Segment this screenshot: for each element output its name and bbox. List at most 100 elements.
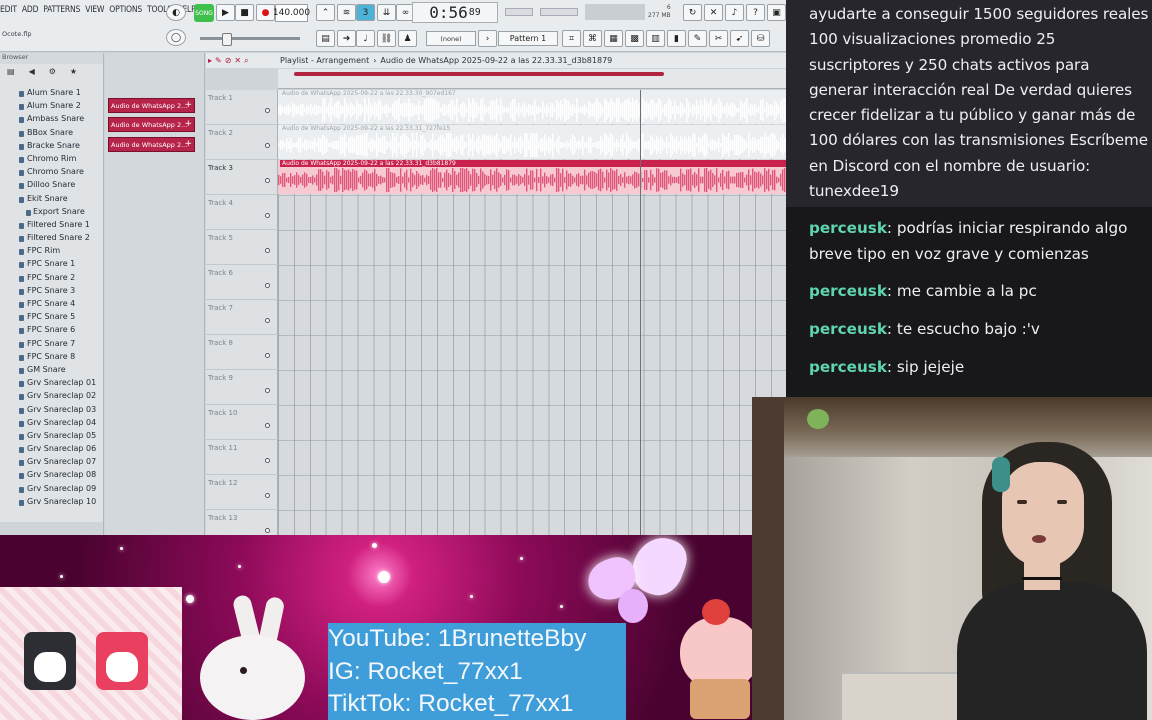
track-header[interactable]: Track 11 (206, 440, 278, 475)
browser-item[interactable]: Alum Snare 1 (0, 88, 103, 101)
tool-5-icon[interactable]: ▥ (646, 30, 665, 47)
prev-pattern-icon[interactable]: › (478, 30, 497, 47)
playhead[interactable] (640, 90, 641, 535)
menu-view[interactable]: VIEW (85, 5, 104, 21)
blend-notes-icon[interactable]: ⇊ (377, 4, 396, 21)
track-mute-led-icon[interactable] (265, 143, 270, 148)
save-icon[interactable]: ▣ (767, 4, 786, 21)
mute-tool-icon[interactable]: ✕ (234, 56, 241, 65)
browser-item[interactable]: Grv Snareclap 05 (0, 431, 103, 444)
track-header[interactable]: Track 10 (206, 405, 278, 440)
browser-item[interactable]: Ekit Snare (0, 194, 103, 207)
browser-item[interactable]: FPC Snare 4 (0, 299, 103, 312)
browser-item[interactable]: FPC Rim (0, 246, 103, 259)
tool-7-icon[interactable]: ✎ (688, 30, 707, 47)
arrangement-grid[interactable]: Audio de WhatsApp 2025-09-22 a las 22.33… (278, 90, 786, 535)
playlist-menu-icon[interactable]: ▸ (208, 56, 212, 65)
delete-tool-icon[interactable]: ⊘ (225, 56, 232, 65)
wait-icon[interactable]: ≋ (337, 4, 356, 21)
piano-roll-icon[interactable]: ♩ (356, 30, 375, 47)
menu-options[interactable]: OPTIONS (109, 5, 142, 21)
close-project-icon[interactable]: ✕ (704, 4, 723, 21)
tool-9-icon[interactable]: ➹ (730, 30, 749, 47)
tool-10-icon[interactable]: ⛁ (751, 30, 770, 47)
track-mute-led-icon[interactable] (265, 248, 270, 253)
draw-tool-icon[interactable]: ✎ (215, 56, 222, 65)
track-mute-led-icon[interactable] (265, 388, 270, 393)
audio-clip[interactable]: Audio de WhatsApp 2025-09-22 a las 22.33… (278, 160, 786, 194)
menu-edit[interactable]: EDIT (0, 5, 17, 21)
mixer-icon[interactable]: ♟ (398, 30, 417, 47)
snap-select[interactable]: (none) (426, 31, 476, 46)
track-mute-led-icon[interactable] (265, 423, 270, 428)
playlist-title-bar[interactable]: Playlist - Arrangement › Audio de WhatsA… (206, 53, 786, 68)
browser-item[interactable]: Dilloo Snare (0, 180, 103, 193)
track-header[interactable]: Track 13 (206, 510, 278, 535)
browser-item[interactable]: Grv Snareclap 03 (0, 405, 103, 418)
help-icon[interactable]: ? (746, 4, 765, 21)
track-mute-led-icon[interactable] (265, 353, 270, 358)
track-header[interactable]: Track 3 (206, 160, 278, 195)
audio-clip[interactable]: Audio de WhatsApp 2025-09-22 a las 22.33… (278, 90, 786, 124)
tool-4-icon[interactable]: ▩ (625, 30, 644, 47)
chat-username[interactable]: perceusk (809, 320, 887, 338)
track-header[interactable]: Track 1 (206, 90, 278, 125)
browser-item[interactable]: FPC Snare 1 (0, 259, 103, 272)
tool-8-icon[interactable]: ✂ (709, 30, 728, 47)
browser-settings-icon[interactable]: ⚙ (49, 67, 56, 76)
track-header[interactable]: Track 4 (206, 195, 278, 230)
track-mute-led-icon[interactable] (265, 318, 270, 323)
browser-item[interactable]: Alum Snare 2 (0, 101, 103, 114)
audio-clip[interactable]: Audio de WhatsApp 2025-09-22 a las 22.33… (278, 125, 786, 159)
stop-icon[interactable]: ■ (235, 4, 254, 21)
track-mute-led-icon[interactable] (265, 458, 270, 463)
browser-item[interactable]: Grv Snareclap 09 (0, 484, 103, 497)
link-icon[interactable]: ⛓ (377, 30, 396, 47)
tool-3-icon[interactable]: ▦ (604, 30, 623, 47)
horizontal-scrollbar[interactable] (294, 72, 664, 76)
tool-1-icon[interactable]: ⌗ (562, 30, 581, 47)
track-header[interactable]: Track 8 (206, 335, 278, 370)
browser-item[interactable]: Filtered Snare 2 (0, 233, 103, 246)
track-header[interactable]: Track 6 (206, 265, 278, 300)
browser-item[interactable]: Grv Snareclap 02 (0, 391, 103, 404)
browser-item[interactable]: FPC Snare 6 (0, 325, 103, 338)
track-header[interactable]: Track 7 (206, 300, 278, 335)
master-pitch-knob-icon[interactable]: ◯ (166, 29, 186, 46)
time-display[interactable]: 0:56 89 (412, 2, 498, 23)
timeline-ruler[interactable] (278, 69, 786, 89)
chat-username[interactable]: perceusk (809, 219, 887, 237)
picker-clip-2[interactable]: Audio de WhatsApp 2... + (108, 117, 195, 132)
track-header[interactable]: Track 12 (206, 475, 278, 510)
chat-username[interactable]: perceusk (809, 358, 887, 376)
picker-clip-3[interactable]: Audio de WhatsApp 2... + (108, 137, 195, 152)
browser-item[interactable]: FPC Snare 3 (0, 286, 103, 299)
track-mute-led-icon[interactable] (265, 213, 270, 218)
browser-item[interactable]: Ambass Snare (0, 114, 103, 127)
track-mute-led-icon[interactable] (265, 178, 270, 183)
play-icon[interactable]: ▶ (216, 4, 235, 21)
zoom-tool-icon[interactable]: ⌕ (244, 56, 248, 66)
pattern-select[interactable]: Pattern 1 (498, 31, 558, 46)
menu-patterns[interactable]: PATTERNS (43, 5, 80, 21)
browser-item[interactable]: Grv Snareclap 01 (0, 378, 103, 391)
browser-item[interactable]: Grv Snareclap 08 (0, 470, 103, 483)
browser-item[interactable]: FPC Snare 8 (0, 352, 103, 365)
picker-clip-1[interactable]: Audio de WhatsApp 2... + (108, 98, 195, 113)
track-header[interactable]: Track 9 (206, 370, 278, 405)
browser-item[interactable]: GM Snare (0, 365, 103, 378)
pattern-song-knob-icon[interactable]: ◐ (166, 4, 186, 21)
browser-item[interactable]: Grv Snareclap 07 (0, 457, 103, 470)
online-icon[interactable]: ↻ (683, 4, 702, 21)
microphone-icon[interactable]: ♪ (725, 4, 744, 21)
tool-2-icon[interactable]: ⌘ (583, 30, 602, 47)
browser-item[interactable]: Chromo Rim (0, 154, 103, 167)
browser-item[interactable]: Grv Snareclap 04 (0, 418, 103, 431)
track-mute-led-icon[interactable] (265, 493, 270, 498)
browser-item[interactable]: Grv Snareclap 10 (0, 497, 103, 510)
browser-item[interactable]: Chromo Snare (0, 167, 103, 180)
metronome-icon[interactable]: ⌃ (316, 4, 335, 21)
track-mute-led-icon[interactable] (265, 283, 270, 288)
browser-star-icon[interactable]: ★ (70, 67, 77, 76)
browser-item[interactable]: Filtered Snare 1 (0, 220, 103, 233)
